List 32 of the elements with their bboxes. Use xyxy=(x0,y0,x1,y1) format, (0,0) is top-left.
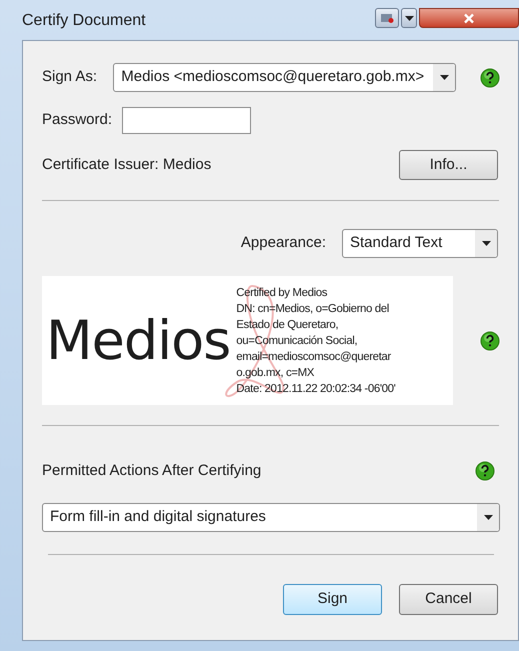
help-icon[interactable] xyxy=(480,68,500,88)
window-title: Certify Document xyxy=(22,11,147,31)
dropdown-button[interactable] xyxy=(401,8,417,28)
signature-detail-line: Estado de Queretaro, xyxy=(236,318,340,332)
sign-as-label: Sign As: xyxy=(42,67,98,88)
dialog-button[interactable]: Cancel xyxy=(399,584,498,614)
signature-detail-line: Date: 2012.11.22 20:02:34 -06'00' xyxy=(236,382,396,396)
caret-icon xyxy=(440,75,448,80)
permitted-actions-label: Permitted Actions After Certifying xyxy=(42,461,262,481)
signature-detail-line: ou=Comunicación Social, xyxy=(236,334,358,348)
signature-detail-line: o.gob.mx, c=MX xyxy=(236,366,316,380)
signature-detail-line: email=medioscomsoc@queretar xyxy=(236,350,392,364)
signature-detail-line: Certified by Medios xyxy=(236,286,328,300)
window-icon[interactable] xyxy=(375,8,399,28)
appearance-dropdown[interactable]: Standard Text xyxy=(342,229,498,258)
sign-as-dropdown[interactable]: Medios <medioscomsoc@queretaro.gob.mx> xyxy=(113,63,456,92)
password-field[interactable] xyxy=(122,107,252,134)
close-button[interactable] xyxy=(419,8,519,28)
help-icon[interactable] xyxy=(480,330,500,350)
help-icon[interactable] xyxy=(475,461,495,482)
appearance-label: Appearance: xyxy=(240,233,326,254)
signature-name: Medios xyxy=(46,314,230,368)
caret-icon xyxy=(482,241,490,246)
info-button[interactable]: Info... xyxy=(399,150,498,180)
caret-icon xyxy=(484,514,492,520)
dialog-button[interactable]: Sign xyxy=(283,584,382,614)
close-icon xyxy=(463,12,475,24)
signature-detail-line: DN: cn=Medios, o=Gobierno del xyxy=(236,302,390,316)
password-label: Password: xyxy=(42,110,112,130)
permitted-actions-dropdown[interactable]: Form fill-in and digital signatures xyxy=(42,502,500,532)
certificate-issuer: Certificate Issuer: Medios xyxy=(42,154,212,175)
caret-icon xyxy=(404,16,414,20)
